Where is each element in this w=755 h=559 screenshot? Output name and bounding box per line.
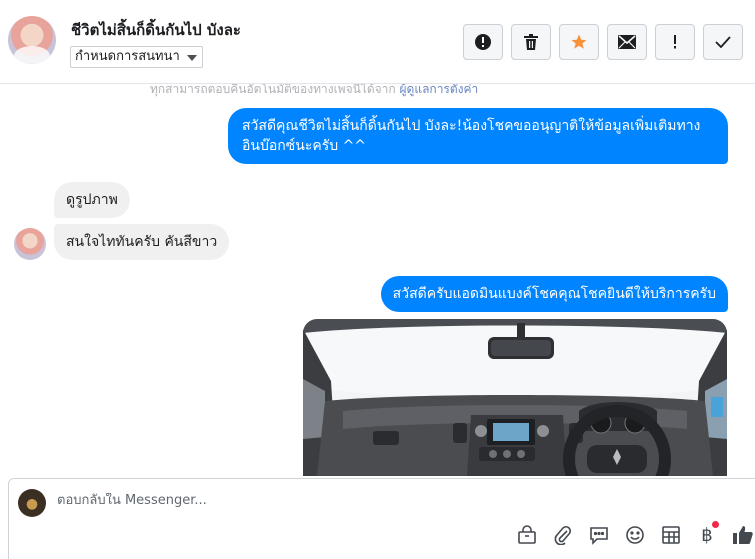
check-icon [715,36,731,48]
header-actions [463,24,743,60]
auto-reply-notice: ทุกสามารถตอบคืนอัตโนมัติของทางเพจนี้ได้จ… [150,84,478,99]
notification-dot [712,521,719,528]
notice-text: ทุกสามารถตอบคืนอัตโนมัติของทางเพจนี้ได้จ… [150,84,396,96]
saved-reply-icon[interactable] [587,523,611,547]
define-conversation-label: กำหนดการสนทนา [75,49,180,64]
baht-icon[interactable]: ฿ [695,521,719,547]
exclamation-icon [674,35,676,49]
star-button[interactable] [559,24,599,60]
contact-name[interactable]: ชีวิตไม่สิ้นก็ดิ้นกันไป บังละ [71,18,241,42]
table-icon[interactable] [659,523,683,547]
notice-link[interactable]: ผู้ดูแลการตั้งค่า [400,84,479,96]
mark-unread-button[interactable] [607,24,647,60]
message-thread[interactable]: ทุกสามารถตอบคืนอัตโนมัติของทางเพจนี้ได้จ… [0,84,755,476]
message-bubble-outgoing: สวัสดีคุณชีวิตไม่สิ้นก็ดิ้นกันไป บังละ!น… [228,108,728,164]
reply-input[interactable] [57,493,657,508]
delete-button[interactable] [511,24,551,60]
car-interior-photo [303,319,727,476]
bag-icon[interactable] [515,523,539,547]
contact-avatar[interactable] [8,16,56,64]
follow-up-button[interactable] [655,24,695,60]
page-avatar [18,489,46,517]
composer-toolbar: ฿ [515,521,755,547]
mark-done-button[interactable] [703,24,743,60]
message-bubble-incoming: สนใจไททันครับ คันสีขาว [54,224,230,260]
define-conversation-dropdown[interactable]: กำหนดการสนทนา [70,46,203,68]
paperclip-icon[interactable] [551,523,575,547]
baht-symbol: ฿ [701,524,713,546]
star-icon [571,34,587,49]
conversation-header: ชีวิตไม่สิ้นก็ดิ้นกันไป บังละ กำหนดการสน… [0,0,755,84]
spam-button[interactable] [463,24,503,60]
car-interior-image[interactable] [303,319,727,476]
reply-composer: ฿ [8,478,755,559]
envelope-icon [618,35,636,49]
message-bubble-outgoing: สวัสดีครับแอดมินแบงค์โชคคุณโชคยินดีให้บร… [380,276,728,312]
message-bubble-incoming: ดูรูปภาพ [54,182,130,218]
thumbs-up-icon[interactable] [731,523,755,547]
caret-down-icon [186,55,197,61]
alert-circle-icon [475,34,491,50]
trash-icon [524,34,538,50]
emoji-icon[interactable] [623,523,647,547]
sender-avatar [14,228,46,260]
